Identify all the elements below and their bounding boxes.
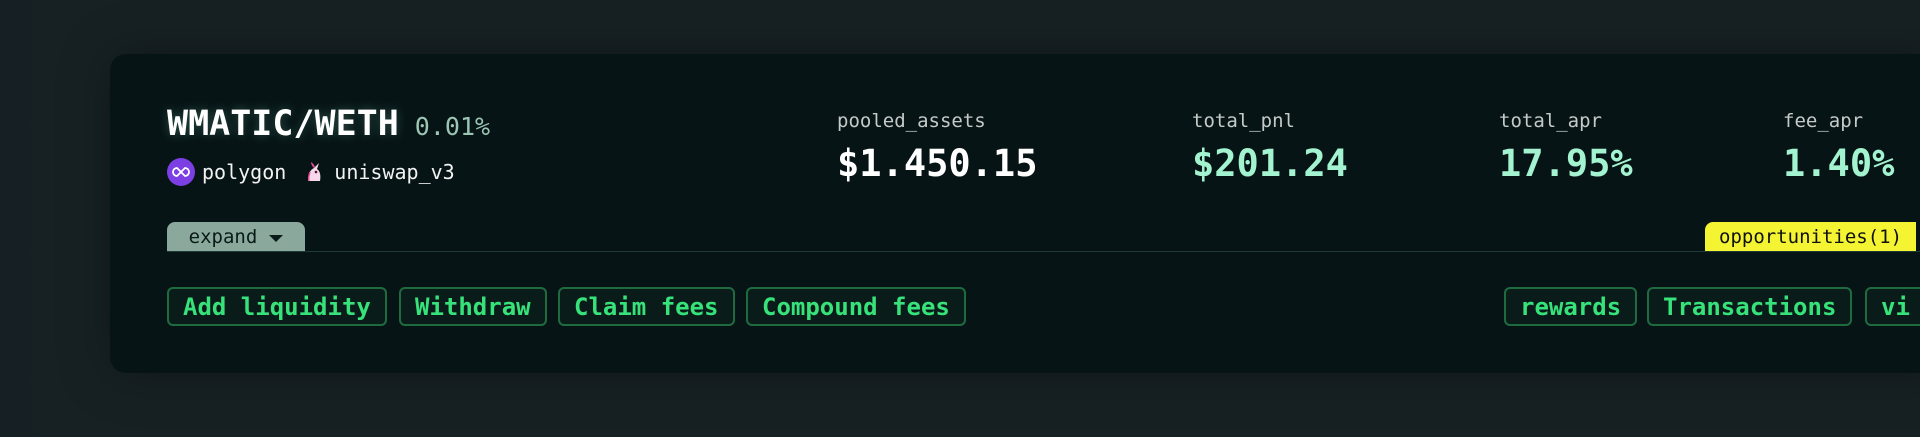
position-card: WMATIC/WETH 0.01% polygon uniswap_v3 poo… (110, 54, 1920, 373)
transactions-tab[interactable]: Transactions (1647, 287, 1853, 326)
stat-label: total_apr (1499, 110, 1602, 132)
stat-value: $201.24 (1192, 142, 1348, 185)
view-tab[interactable]: vi (1865, 287, 1920, 326)
chevron-down-icon (269, 234, 284, 242)
stat-value: $1.450.15 (837, 142, 1038, 185)
polygon-icon (167, 158, 195, 186)
chain-dex-row: polygon uniswap_v3 (167, 158, 455, 186)
stat-total-pnl: total_pnl $201.24 (1192, 110, 1348, 185)
stat-fee-apr: fee_apr 1.40% (1783, 110, 1894, 185)
stat-label: pooled_assets (837, 110, 986, 132)
pair-name: WMATIC/WETH (167, 104, 399, 144)
page-left-shade (0, 0, 50, 437)
chain-name: polygon (202, 160, 287, 184)
withdraw-button[interactable]: Withdraw (399, 287, 547, 326)
unicorn-icon (301, 159, 327, 185)
stat-label: total_pnl (1192, 110, 1295, 132)
expand-toggle[interactable]: expand (167, 222, 305, 251)
stat-value: 17.95% (1499, 142, 1633, 185)
expand-label: expand (188, 225, 258, 248)
add-liquidity-button[interactable]: Add liquidity (167, 287, 387, 326)
claim-fees-button[interactable]: Claim fees (558, 287, 735, 326)
stat-label: fee_apr (1783, 110, 1864, 132)
opportunities-tab[interactable]: opportunities(1) (1705, 222, 1917, 251)
compound-fees-button[interactable]: Compound fees (746, 287, 966, 326)
dex-name: uniswap_v3 (334, 160, 455, 184)
pair-header: WMATIC/WETH 0.01% (167, 104, 490, 144)
stat-value: 1.40% (1783, 142, 1895, 185)
opportunities-label: opportunities(1) (1719, 225, 1903, 248)
stat-pooled-assets: pooled_assets $1.450.15 (837, 110, 1037, 185)
fee-tier: 0.01% (414, 112, 491, 141)
rewards-tab[interactable]: rewards (1504, 287, 1638, 326)
stat-total-apr: total_apr 17.95% (1499, 110, 1633, 185)
section-divider (167, 251, 1920, 252)
